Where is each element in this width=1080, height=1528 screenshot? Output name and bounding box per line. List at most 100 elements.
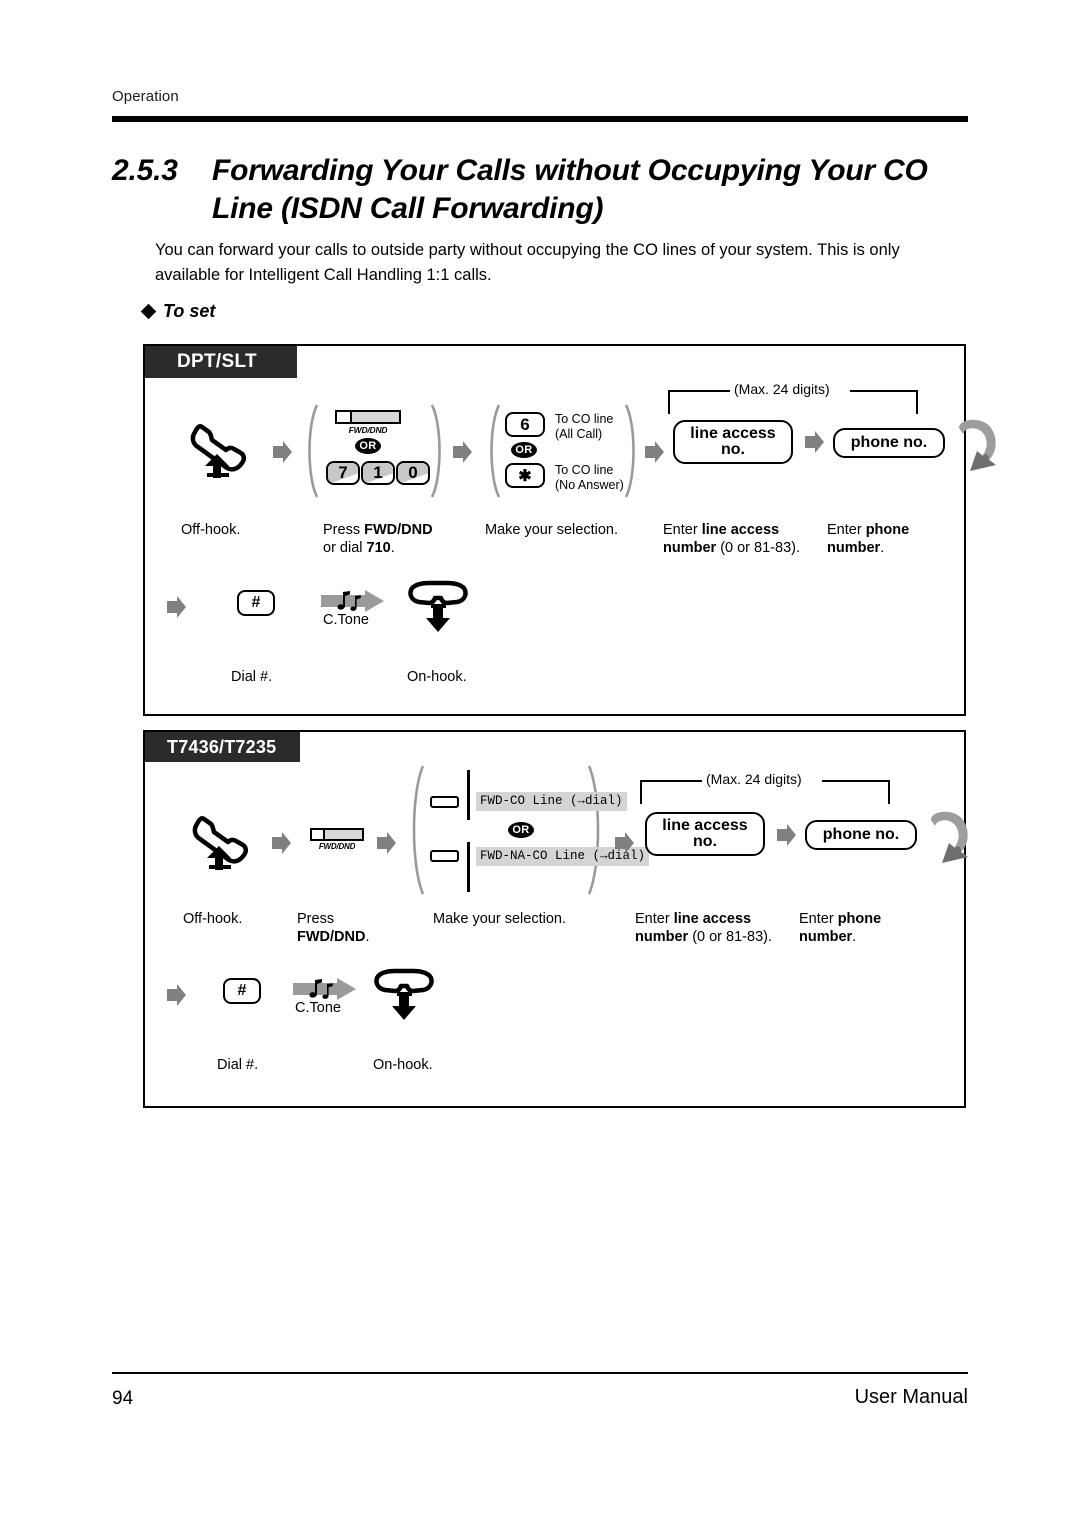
key-hash[interactable]: # [223, 978, 261, 1004]
flow-arrow-icon [805, 431, 824, 453]
box-tab-t7436-t7235: T7436/T7235 [145, 732, 300, 762]
label-no-answer-line2: (No Answer) [555, 478, 624, 492]
group-paren-left-icon [485, 403, 501, 499]
subsection-label: To set [163, 301, 216, 321]
phone-no-field[interactable]: phone no. [805, 820, 917, 850]
off-hook-handset-icon [189, 808, 255, 870]
flow-arrow-icon [453, 441, 472, 463]
caption-number-bold: number [663, 540, 717, 556]
fwd-dnd-button[interactable]: FWD/DND [335, 410, 401, 435]
line-access-label-line2: no. [693, 833, 717, 850]
caption-number-bold: number [799, 929, 853, 945]
header-label: Operation [112, 88, 179, 105]
flow-arrow-icon [777, 824, 796, 846]
key-hash-label: # [251, 594, 261, 611]
caption-phone-period: . [852, 929, 857, 945]
caption-enter-phone-number: Enter phone number. [799, 910, 881, 946]
flow-arrow-icon [167, 596, 186, 618]
display-divider-1 [467, 770, 470, 820]
line-access-no-field[interactable]: line access no. [673, 420, 793, 464]
caption-dial-710: 710 [366, 540, 391, 556]
caption-dial-period: . [390, 540, 395, 556]
caption-enter-prefix: Enter [663, 522, 702, 538]
key-1-label: 1 [373, 463, 383, 482]
procedure-box-dpt-slt: DPT/SLT Off-hook. FWD/DND OR 7 1 0 Press… [143, 344, 996, 716]
return-arrow-icon [925, 810, 973, 873]
subsection-to-set: To set [140, 301, 216, 322]
group-paren-left-icon [303, 403, 319, 499]
display-divider-2 [467, 842, 470, 892]
confirmation-tone-label: C.Tone [295, 1000, 341, 1016]
caption-press-fwd-dnd: Press FWD/DND or dial 710. [323, 521, 433, 557]
soft-key-option-2[interactable] [430, 850, 459, 862]
section-number: 2.5.3 [112, 154, 178, 187]
key-star-label: ✱ [518, 467, 532, 485]
max-digits-label: (Max. 24 digits) [702, 771, 806, 787]
or-badge: OR [355, 438, 381, 454]
caption-dial-hash: Dial #. [217, 1057, 259, 1073]
flow-arrow-icon [645, 441, 664, 463]
line-access-label-line1: line access [690, 425, 776, 442]
header-divider [112, 116, 968, 122]
key-star[interactable]: ✱ [505, 463, 545, 488]
caption-dial-prefix: or dial [323, 540, 367, 556]
confirmation-tone-icon: C.Tone [293, 978, 356, 1016]
key-1[interactable]: 1 [361, 461, 395, 485]
phone-no-label: phone no. [822, 826, 900, 843]
caption-on-hook: On-hook. [373, 1057, 433, 1073]
key-7-label: 7 [338, 463, 348, 482]
line-access-label-line2: no. [721, 441, 745, 458]
label-no-answer-line1: To CO line [555, 463, 614, 477]
group-paren-right-icon [430, 403, 446, 499]
page-title: 2.5.3 Forwarding Your Calls without Occu… [112, 152, 982, 228]
caption-make-selection: Make your selection. [485, 522, 618, 538]
label-to-co-line-no-answer: To CO line (No Answer) [555, 463, 624, 493]
flow-arrow-icon [273, 441, 292, 463]
fwd-dnd-button[interactable]: FWD/DND [310, 828, 364, 851]
caption-enter-prefix: Enter [635, 911, 674, 927]
caption-press-fwd-dnd: Press FWD/DND. [297, 910, 370, 946]
diamond-bullet-icon [140, 303, 157, 320]
flow-arrow-icon [615, 832, 634, 854]
footer-divider [112, 1372, 968, 1374]
caption-press-prefix: Press [323, 522, 365, 538]
key-7[interactable]: 7 [326, 461, 360, 485]
caption-press-fwd-dnd-bold: FWD/DND [297, 929, 366, 945]
caption-off-hook: Off-hook. [183, 911, 243, 927]
box-tab-dpt-slt: DPT/SLT [145, 346, 297, 378]
max-digits-bracket: (Max. 24 digits) [640, 771, 890, 810]
caption-enter-prefix: Enter [799, 911, 838, 927]
soft-key-option-1[interactable] [430, 796, 459, 808]
flow-arrow-icon [167, 984, 186, 1006]
group-paren-right-icon [624, 403, 640, 499]
caption-phone-bold: phone [837, 911, 882, 927]
caption-dial-hash: Dial #. [231, 669, 273, 685]
caption-enter-phone-number: Enter phone number. [827, 521, 909, 557]
caption-enter-line-access: Enter line access number (0 or 81-83). [635, 910, 772, 946]
fwd-dnd-button-label: FWD/DND [318, 842, 356, 851]
phone-no-field[interactable]: phone no. [833, 428, 945, 458]
section-heading-line2: Line (ISDN Call Forwarding) [212, 192, 604, 225]
footer-manual-title: User Manual [854, 1386, 968, 1408]
key-6-label: 6 [520, 414, 530, 434]
key-6[interactable]: 6 [505, 412, 545, 437]
caption-line-access-bold: line access [701, 522, 780, 538]
caption-press-period: . [365, 929, 370, 945]
section-heading-line1: Forwarding Your Calls without Occupying … [212, 154, 928, 187]
or-badge: OR [508, 822, 534, 838]
footer-page-number: 94 [112, 1388, 134, 1409]
line-access-no-field[interactable]: line access no. [645, 812, 765, 856]
group-paren-right-icon [587, 764, 605, 896]
off-hook-handset-icon [187, 416, 253, 478]
key-hash[interactable]: # [237, 590, 275, 616]
procedure-box-t7436-t7235: T7436/T7235 Off-hook. FWD/DND Press FWD/… [143, 730, 968, 1108]
line-access-label-line1: line access [662, 817, 748, 834]
caption-off-hook: Off-hook. [181, 522, 241, 538]
caption-on-hook: On-hook. [407, 669, 467, 685]
label-to-co-line-all-call: To CO line (All Call) [555, 412, 613, 442]
key-0[interactable]: 0 [396, 461, 430, 485]
display-option-1[interactable]: FWD-CO Line (→dial) [476, 792, 627, 811]
intro-paragraph: You can forward your calls to outside pa… [155, 241, 900, 284]
section-heading: Forwarding Your Calls without Occupying … [212, 152, 982, 228]
caption-number-range: (0 or 81-83). [688, 929, 772, 945]
